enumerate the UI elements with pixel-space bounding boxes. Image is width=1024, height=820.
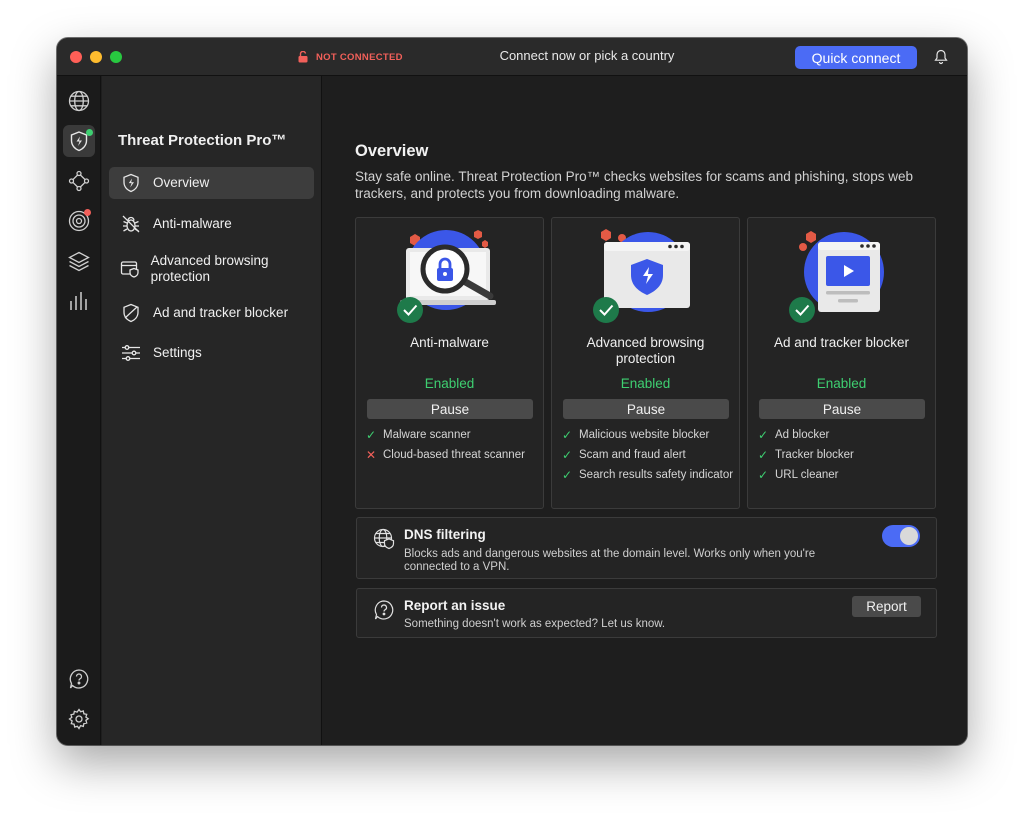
pause-button[interactable]: Pause — [563, 399, 729, 419]
feature-item: ✓ Malware scanner — [366, 428, 538, 442]
sidebar-item-anti-malware[interactable]: Anti-malware — [109, 208, 314, 240]
active-status-dot — [86, 129, 93, 136]
globe-icon[interactable] — [65, 87, 93, 115]
pause-button[interactable]: Pause — [367, 399, 533, 419]
feature-item: ✕ Cloud-based threat scanner — [366, 448, 538, 462]
icon-rail — [57, 76, 101, 745]
check-icon: ✓ — [562, 428, 573, 442]
feature-label: URL cleaner — [775, 469, 839, 481]
sidebar-item-settings[interactable]: Settings — [109, 337, 314, 369]
feature-item: ✓ Tracker blocker — [758, 448, 930, 462]
sidebar-item-label: Anti-malware — [153, 216, 232, 231]
check-icon: ✓ — [562, 448, 573, 462]
feature-label: Cloud-based threat scanner — [383, 449, 525, 461]
dns-filtering-row: DNS filtering Blocks ads and dangerous w… — [356, 517, 937, 579]
status-label: Enabled — [816, 376, 867, 391]
ad-blocker-illustration — [789, 231, 884, 323]
connection-status-label: NOT CONNECTED — [316, 51, 403, 63]
card-anti-malware: Anti-malware Enabled Pause ✓ Malware sca… — [355, 217, 544, 509]
page-title: Overview — [355, 142, 429, 160]
sliders-icon — [119, 343, 143, 363]
sidebar-item-label: Overview — [153, 175, 210, 190]
sidebar-title: Threat Protection Pro™ — [118, 132, 287, 149]
help-icon — [374, 600, 394, 620]
shield-icon — [119, 173, 143, 193]
alert-dot — [84, 209, 91, 216]
quick-connect-button[interactable]: Quick connect — [795, 46, 917, 69]
zoom-window-button[interactable] — [110, 51, 122, 63]
feature-item: ✓ Malicious website blocker — [562, 428, 734, 442]
ad-block-icon — [119, 303, 143, 323]
title-bar: NOT CONNECTED Connect now or pick a coun… — [57, 38, 967, 76]
dns-filtering-description: Blocks ads and dangerous websites at the… — [404, 548, 816, 573]
check-icon: ✓ — [366, 428, 377, 442]
minimize-window-button[interactable] — [90, 51, 102, 63]
card-advanced-browsing: Advanced browsing protection Enabled Pau… — [551, 217, 740, 509]
card-title: Ad and tracker blocker — [773, 335, 910, 350]
settings-icon[interactable] — [65, 705, 93, 733]
report-issue-description: Something doesn't work as expected? Let … — [404, 618, 666, 630]
feature-item: ✓ Search results safety indicator — [562, 468, 734, 482]
anti-malware-illustration — [397, 230, 496, 323]
globe-shield-icon — [373, 528, 395, 550]
feature-label: Search results safety indicator — [579, 469, 734, 481]
card-title: Advanced browsing protection — [586, 335, 705, 366]
feature-label: Scam and fraud alert — [579, 449, 686, 461]
feature-item: ✓ Scam and fraud alert — [562, 448, 734, 462]
bell-icon[interactable] — [934, 49, 948, 65]
check-icon: ✓ — [758, 468, 769, 482]
feature-label: Tracker blocker — [775, 449, 854, 461]
toggle-knob — [900, 527, 918, 545]
threat-protection-icon[interactable] — [63, 125, 95, 157]
sidebar-item-label: Ad and tracker blocker — [153, 305, 289, 320]
close-window-button[interactable] — [70, 51, 82, 63]
check-icon: ✓ — [758, 448, 769, 462]
connection-status: NOT CONNECTED — [286, 47, 417, 67]
cross-icon: ✕ — [366, 448, 377, 462]
sidebar-item-overview[interactable]: Overview — [109, 167, 314, 199]
layers-icon[interactable] — [65, 247, 93, 275]
dns-filtering-title: DNS filtering — [404, 527, 486, 542]
feature-label: Ad blocker — [775, 429, 830, 441]
sidebar-item-ad-tracker-blocker[interactable]: Ad and tracker blocker — [109, 297, 314, 329]
check-icon: ✓ — [758, 428, 769, 442]
check-icon: ✓ — [562, 468, 573, 482]
stats-icon[interactable] — [65, 287, 93, 315]
report-issue-row: Report an issue Something doesn't work a… — [356, 588, 937, 638]
feature-label: Malware scanner — [383, 429, 471, 441]
sidebar-item-advanced-browsing[interactable]: Advanced browsing protection — [109, 252, 314, 286]
status-label: Enabled — [620, 376, 671, 391]
unlocked-padlock-icon — [298, 51, 308, 63]
target-icon[interactable] — [65, 207, 93, 235]
feature-label: Malicious website blocker — [579, 429, 710, 441]
country-picker[interactable]: Connect now or pick a country — [437, 48, 737, 63]
main-content: Overview Stay safe online. Threat Protec… — [323, 76, 967, 745]
page-description: Stay safe online. Threat Protection Pro™… — [355, 169, 914, 201]
meshnet-icon[interactable] — [65, 167, 93, 195]
report-issue-title: Report an issue — [404, 598, 506, 613]
card-ad-tracker-blocker: Ad and tracker blocker Enabled Pause ✓ A… — [747, 217, 936, 509]
feature-item: ✓ URL cleaner — [758, 468, 930, 482]
browser-shield-icon — [119, 259, 141, 279]
sidebar: Threat Protection Pro™ Overview Anti-mal… — [102, 76, 322, 745]
sidebar-item-label: Advanced browsing protection — [150, 253, 269, 284]
feature-item: ✓ Ad blocker — [758, 428, 930, 442]
status-label: Enabled — [424, 376, 475, 391]
app-window: NOT CONNECTED Connect now or pick a coun… — [57, 38, 967, 745]
bug-icon — [119, 214, 143, 234]
sidebar-item-label: Settings — [153, 345, 202, 360]
card-title: Anti-malware — [410, 335, 489, 350]
browsing-protection-illustration — [593, 229, 690, 323]
help-icon[interactable] — [65, 665, 93, 693]
dns-filtering-toggle[interactable] — [882, 525, 920, 547]
report-button[interactable]: Report — [852, 596, 921, 617]
pause-button[interactable]: Pause — [759, 399, 925, 419]
